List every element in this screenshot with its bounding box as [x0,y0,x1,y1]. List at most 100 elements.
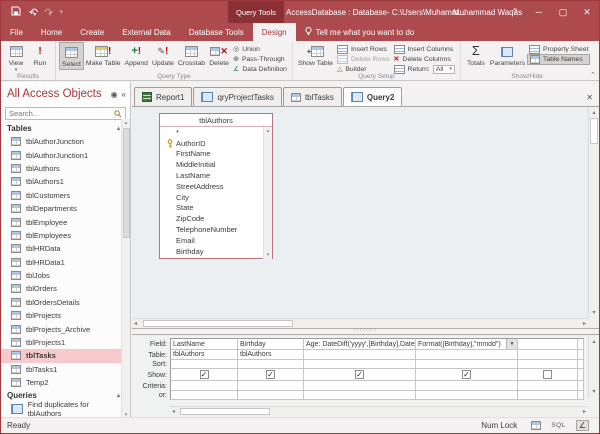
design-view-icon[interactable]: ∠ [576,420,589,431]
insert-columns-button[interactable]: Insert Columns [392,44,457,54]
delete-columns-button[interactable]: ✕Delete Columns [392,54,457,64]
grid-field-cell[interactable]: Age: DateDiff('yyyy',[Birthday],Date()) [304,338,416,350]
field-list-tblauthors[interactable]: tblAuthors * AuthorID FirstName MiddleIn… [159,113,273,259]
doc-tab-report1[interactable]: Report1 [134,87,192,106]
nav-menu-icon[interactable]: ◉ [111,90,118,99]
help-button[interactable]: ? [503,1,527,23]
grid-field-cell-active[interactable]: Format([Birthday],"mmdd")▼ [416,338,518,350]
show-checkbox[interactable] [462,370,471,379]
view-button[interactable]: View▾ [4,42,28,74]
field-row[interactable]: StreetAddress [160,181,272,192]
tab-file[interactable]: File [1,23,32,41]
sql-view-icon[interactable]: SQL [551,422,566,429]
field-row-primary-key[interactable]: AuthorID [160,138,272,149]
qat-customize-icon[interactable]: ▾ [59,8,63,16]
grid-criteria-cell[interactable] [238,381,304,391]
totals-button[interactable]: Σ Totals [464,42,488,68]
field-row[interactable]: ZipCode [160,213,272,224]
section-collapse-icon[interactable]: ▴ [117,125,120,132]
field-row[interactable]: Email [160,235,272,246]
field-list-scrollbar[interactable]: ▴▾ [263,127,272,259]
tab-database-tools[interactable]: Database Tools [180,23,253,41]
grid-sort-cell[interactable] [304,360,416,369]
show-checkbox[interactable] [543,370,552,379]
grid-field-cell[interactable]: LastName [170,338,238,350]
insert-rows-button[interactable]: Insert Rows [335,44,392,54]
scroll-up-icon[interactable]: ▴ [122,120,130,126]
collapse-ribbon-icon[interactable]: ⌃ [590,71,596,79]
close-document-icon[interactable]: ✕ [586,93,599,102]
nav-table-item[interactable]: tblProjects_Archive [1,322,122,335]
field-row[interactable]: TelephoneNumber [160,224,272,235]
grid-criteria-cell[interactable] [170,381,238,391]
grid-or-cell[interactable] [518,391,578,400]
field-row[interactable]: City [160,192,272,203]
show-checkbox[interactable] [355,370,364,379]
nav-table-item[interactable]: tblCustomers [1,189,122,202]
search-input[interactable] [9,109,114,118]
show-checkbox[interactable] [266,370,275,379]
select-query-button[interactable]: Select [59,42,84,70]
nav-search-box[interactable] [5,107,126,120]
tell-me-box[interactable]: Tell me what you want to do [296,23,424,41]
grid-or-cell[interactable] [170,391,238,400]
grid-horizontal-scrollbar[interactable]: ◂▸ [170,406,588,416]
section-collapse-icon[interactable]: ▴ [117,392,120,399]
delete-query-button[interactable]: ✕ Delete [207,42,231,68]
design-horizontal-scrollbar[interactable]: ◂▸ [132,318,588,328]
field-row[interactable]: MiddleInitial [160,159,272,170]
nav-table-item[interactable]: tblAuthorJunction1 [1,148,122,161]
nav-table-item[interactable]: tblEmployees [1,229,122,242]
property-sheet-button[interactable]: Property Sheet [527,44,590,54]
redo-button[interactable]: ↷▾ [44,6,51,19]
crosstab-button[interactable]: Crosstab [176,42,207,68]
show-table-button[interactable]: + Show Table [296,42,335,68]
grid-sort-cell[interactable] [238,360,304,369]
field-row[interactable]: FirstName [160,149,272,160]
nav-table-item[interactable]: tblProjects1 [1,336,122,349]
nav-table-item[interactable]: tblAuthorJunction [1,135,122,148]
nav-table-item[interactable]: tblTasks1 [1,363,122,376]
grid-table-cell[interactable] [416,350,518,360]
field-row[interactable]: State [160,203,272,214]
undo-button[interactable]: ↶▾ [29,6,36,19]
grid-sort-cell[interactable] [416,360,518,369]
parameters-button[interactable]: Parameters [488,42,527,68]
grid-field-cell[interactable] [518,338,578,350]
pass-through-button[interactable]: ⊕Pass-Through [231,54,289,64]
tables-section-header[interactable]: Tables▴ [1,122,130,135]
grid-or-cell[interactable] [304,391,416,400]
show-checkbox[interactable] [200,370,209,379]
grid-or-cell[interactable] [238,391,304,400]
grid-table-cell[interactable]: tblAuthors [170,350,238,360]
grid-vertical-scrollbar[interactable]: ▴▾ [588,336,599,397]
tab-create[interactable]: Create [71,23,113,41]
grid-sort-cell[interactable] [170,360,238,369]
doc-tab-tbltasks[interactable]: tblTasks [283,87,342,106]
make-table-button[interactable]: ! Make Table [84,42,123,68]
nav-table-item[interactable]: tblProjects [1,309,122,322]
pane-splitter[interactable]: ⋅⋅⋅⋅⋅⋅⋅⋅ [132,328,599,335]
grid-table-cell[interactable]: tblAuthors [238,350,304,360]
tab-home[interactable]: Home [32,23,71,41]
tab-external-data[interactable]: External Data [113,23,179,41]
shutter-close-icon[interactable]: « [122,90,126,99]
save-icon[interactable] [11,6,21,19]
maximize-button[interactable]: ▢ [551,1,575,23]
minimize-button[interactable]: ─ [527,1,551,23]
cell-dropdown-icon[interactable]: ▼ [506,339,517,349]
nav-table-item[interactable]: tblHRData1 [1,256,122,269]
nav-table-item[interactable]: Temp2 [1,376,122,389]
doc-tab-query2[interactable]: Query2 [343,87,403,106]
nav-table-item[interactable]: tblJobs [1,269,122,282]
union-button[interactable]: ◎Union [231,44,289,54]
field-row[interactable]: LastName [160,170,272,181]
nav-scrollbar[interactable]: ▴ ▾ [121,119,130,419]
field-row[interactable]: Birthday [160,246,272,257]
grid-or-cell[interactable] [416,391,518,400]
delete-rows-button[interactable]: Delete Rows [335,54,392,64]
nav-table-item[interactable]: tblOrdersDetails [1,296,122,309]
nav-table-item[interactable]: tblOrders [1,282,122,295]
grid-field-cell[interactable]: Birthday [238,338,304,350]
grid-table-cell[interactable] [304,350,416,360]
